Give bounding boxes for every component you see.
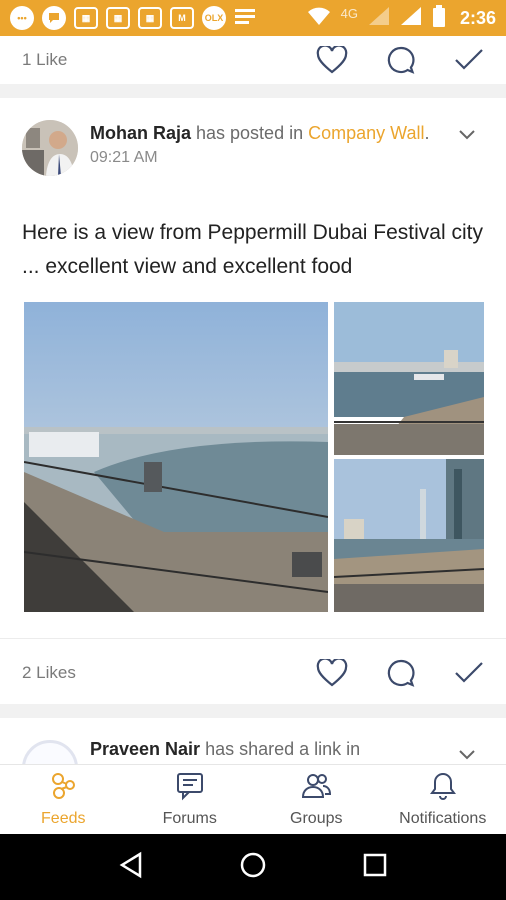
author-name[interactable]: Praveen Nair [90,739,200,759]
nav-item-feeds[interactable]: Feeds [0,765,127,834]
next-post-card: Praveen Nair has shared a link in [0,718,506,764]
post-text: Here is a view from Peppermill Dubai Fes… [22,221,483,278]
signal-icon [368,6,390,31]
status-bar: ••• ▦ ▦ ▦ M OLX 4G 2:36 [0,0,506,36]
network-type: 4G [340,5,358,21]
news-icon [234,7,256,30]
post-action-text: has shared a link in [200,739,361,759]
post-footer: 2 Likes [0,638,506,706]
battery-icon [432,4,446,32]
check-icon[interactable] [454,48,484,72]
olx-icon: OLX [202,6,226,30]
home-icon[interactable] [239,851,267,884]
wifi-icon [307,6,331,31]
back-icon[interactable] [118,851,144,884]
post-photo[interactable] [24,302,328,612]
nav-item-forums[interactable]: Forums [127,765,254,834]
like-count[interactable]: 2 Likes [22,663,76,683]
forums-icon [175,771,205,806]
bell-icon [428,771,458,806]
signal-icon [400,6,422,31]
like-heart-icon[interactable] [316,658,348,687]
chevron-down-icon[interactable] [458,748,476,764]
like-count[interactable]: 1 Like [22,50,67,70]
nav-label: Notifications [399,810,487,827]
clock: 2:36 [459,7,496,28]
prev-post-footer: 1 Like [0,36,506,84]
comment-icon[interactable] [386,45,416,75]
check-icon[interactable] [454,661,484,685]
bottom-nav: Feeds Forums Groups Notifications [0,764,506,834]
author-name[interactable]: Mohan Raja [90,123,191,143]
wall-link[interactable]: Company Wall [308,123,424,143]
photo-grid [24,302,484,612]
author-avatar[interactable] [22,120,78,176]
nav-label: Forums [162,810,217,827]
calendar-icon: ▦ [138,7,162,29]
calendar-icon: ▦ [106,7,130,29]
post-photo[interactable] [334,459,484,612]
feeds-icon [48,771,78,806]
groups-icon [299,771,333,806]
post-photo[interactable] [334,302,484,455]
post-card: Mohan Raja has posted in Company Wall. 0… [0,98,506,704]
like-heart-icon[interactable] [316,46,348,74]
comment-icon[interactable] [386,658,416,688]
author-avatar[interactable] [22,740,78,764]
gmail-icon: M [170,7,194,29]
nav-item-notifications[interactable]: Notifications [380,765,506,834]
recents-icon[interactable] [362,852,388,883]
feed-list[interactable]: 1 Like Mohan Raja has posted in Company … [0,36,506,764]
nav-label: Feeds [41,810,86,827]
chat-icon: ••• [10,6,34,30]
nav-label: Groups [290,810,343,827]
post-action-text: has posted in [191,123,309,143]
system-nav-bar [0,834,506,900]
calendar-icon: ▦ [74,7,98,29]
nav-item-groups[interactable]: Groups [253,765,380,834]
post-time: 09:21 AM [90,149,158,166]
message-icon [42,6,66,30]
chevron-down-icon[interactable] [458,128,476,146]
wall-suffix: . [424,123,430,143]
